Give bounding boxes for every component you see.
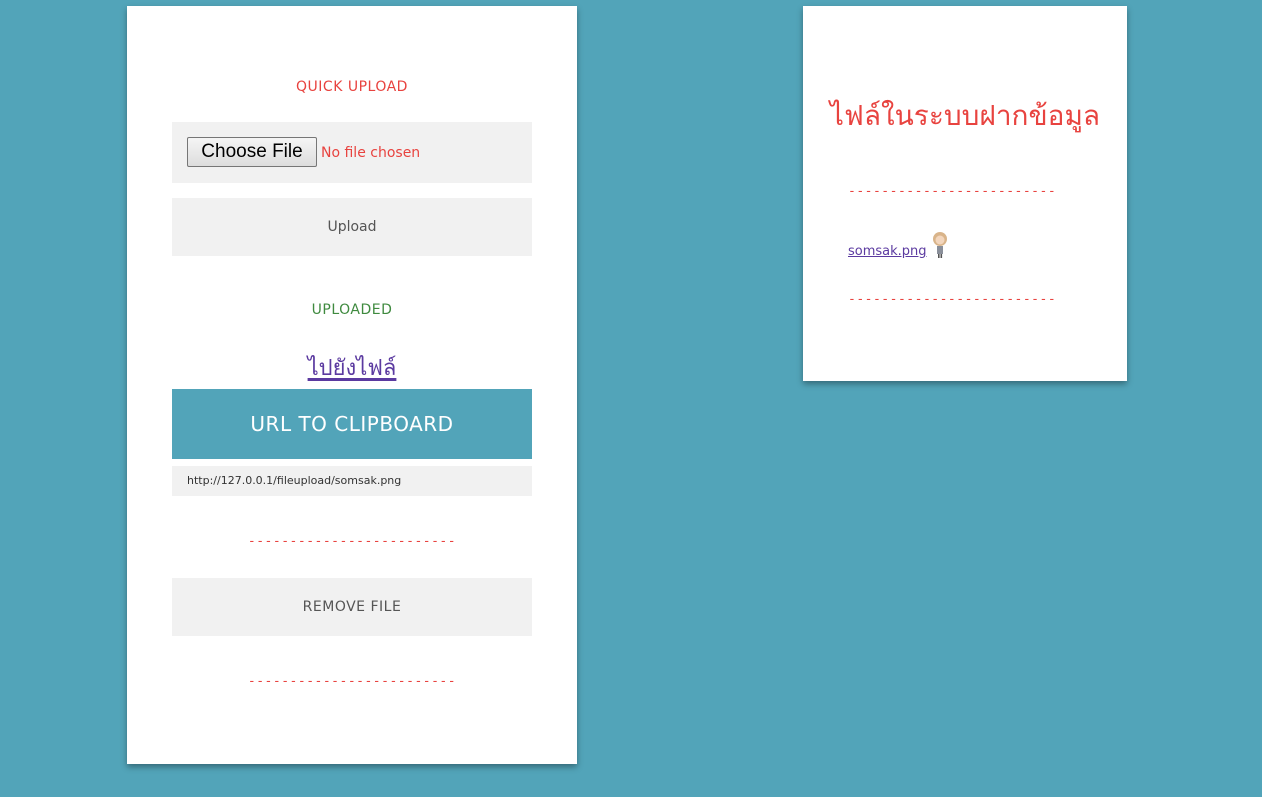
divider: ------------------------- — [848, 184, 1057, 199]
files-panel-title: ไฟล์ในระบบฝากข้อมูล — [829, 99, 1101, 132]
file-picker-box: Choose File No file chosen — [172, 122, 532, 183]
upload-panel: QUICK UPLOAD Choose File No file chosen … — [127, 6, 577, 764]
choose-file-button[interactable]: Choose File — [187, 137, 317, 167]
goto-file-link[interactable]: ไปยังไฟล์ — [308, 356, 397, 381]
uploaded-title: UPLOADED — [311, 302, 393, 318]
divider: ------------------------- — [247, 674, 457, 689]
goto-file-row: ไปยังไฟล์ — [127, 350, 577, 385]
image-thumbnail-icon[interactable] — [928, 230, 952, 260]
remove-file-button[interactable]: REMOVE FILE — [172, 578, 532, 636]
file-url-field[interactable]: http://127.0.0.1/fileupload/somsak.png — [172, 466, 532, 496]
divider: ------------------------- — [247, 534, 457, 549]
quick-upload-title: QUICK UPLOAD — [296, 79, 408, 95]
no-file-chosen-text: No file chosen — [321, 145, 421, 161]
divider: ------------------------- — [848, 292, 1057, 307]
files-panel: ไฟล์ในระบบฝากข้อมูล --------------------… — [803, 6, 1127, 381]
file-link[interactable]: somsak.png — [848, 244, 927, 259]
upload-button[interactable]: Upload — [172, 198, 532, 256]
copy-url-button[interactable]: URL TO CLIPBOARD — [172, 389, 532, 459]
